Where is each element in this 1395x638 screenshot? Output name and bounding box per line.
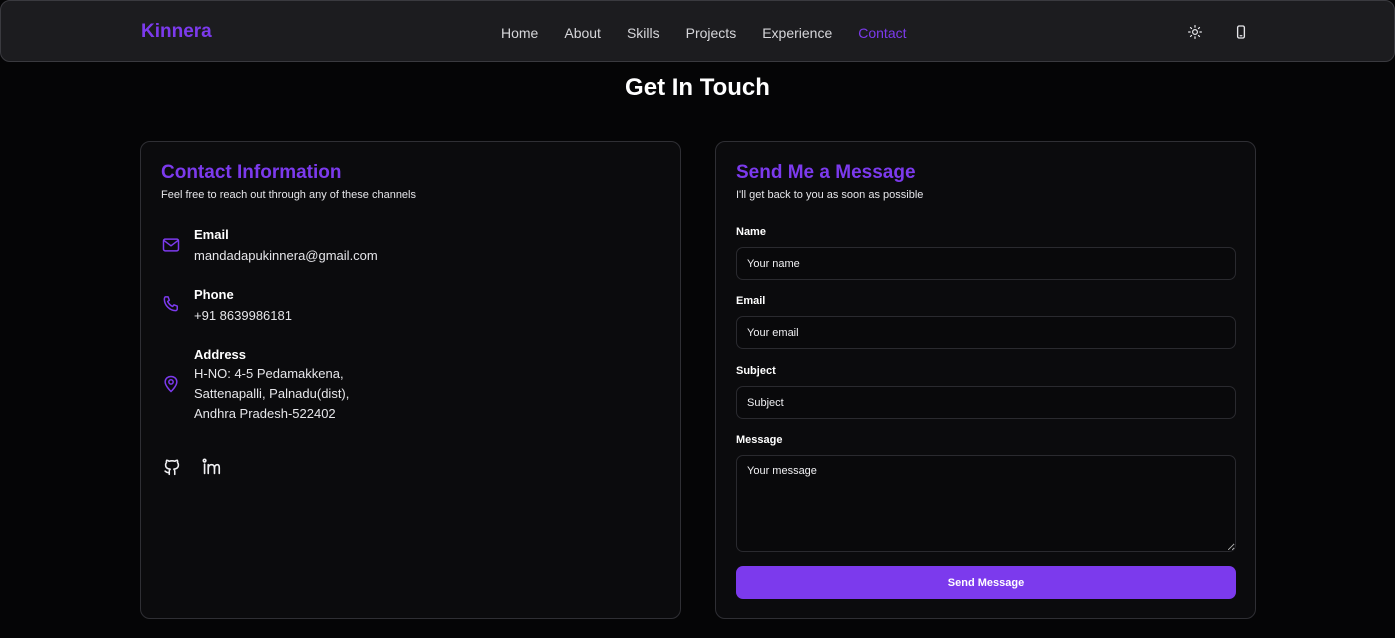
nav-link-contact[interactable]: Contact (858, 25, 906, 43)
message-textarea[interactable] (736, 455, 1236, 552)
github-icon (164, 459, 180, 476)
send-message-button[interactable]: Send Message (736, 566, 1236, 599)
nav-link-experience[interactable]: Experience (762, 25, 832, 43)
subject-input[interactable] (736, 386, 1236, 419)
github-link[interactable] (161, 456, 183, 478)
theme-toggle-button[interactable] (1186, 23, 1204, 41)
linkedin-link[interactable] (200, 456, 222, 478)
sun-icon (1188, 25, 1202, 39)
message-form-title: Send Me a Message (736, 162, 916, 183)
nav-link-projects[interactable]: Projects (686, 25, 737, 43)
subject-label: Subject (736, 365, 776, 377)
name-label: Name (736, 226, 766, 238)
map-pin-icon (161, 374, 181, 394)
linkedin-icon (202, 458, 221, 475)
email-input[interactable] (736, 316, 1236, 349)
nav-link-about[interactable]: About (564, 25, 601, 43)
email-label: Email (736, 295, 766, 307)
contact-info-subtitle: Feel free to reach out through any of th… (161, 189, 416, 201)
contact-info-card: Contact Information Feel free to reach o… (140, 141, 681, 619)
contact-address-item: Address H-NO: 4-5 Pedamakkena, Sattenapa… (161, 347, 661, 427)
contact-email-value[interactable]: mandadapukinnera@gmail.com (194, 246, 378, 266)
phone-device-icon (1236, 25, 1246, 39)
nav-link-skills[interactable]: Skills (627, 25, 660, 43)
message-form-subtitle: I'll get back to you as soon as possible (736, 189, 924, 201)
contact-address-line-1: H-NO: 4-5 Pedamakkena, (194, 366, 344, 381)
contact-phone-value[interactable]: +91 8639986181 (194, 306, 292, 326)
message-form-card: Send Me a Message I'll get back to you a… (715, 141, 1256, 619)
navbar: Kinnera Home About Skills Projects Exper… (0, 0, 1395, 62)
contact-phone-label: Phone (194, 287, 234, 302)
message-label: Message (736, 434, 783, 446)
contact-address-label: Address (194, 347, 247, 362)
nav-link-home[interactable]: Home (501, 25, 538, 43)
page-title: Get In Touch (625, 74, 770, 101)
contact-info-title: Contact Information (161, 162, 342, 183)
contact-email-item: Email mandadapukinnera@gmail.com (161, 227, 661, 267)
mail-icon (161, 235, 181, 255)
device-toggle-button[interactable] (1232, 23, 1250, 41)
contact-address-line-2: Sattenapalli, Palnadu(dist), (194, 386, 350, 401)
contact-phone-item: Phone +91 8639986181 (161, 287, 661, 327)
brand-logo[interactable]: Kinnera (141, 21, 212, 43)
contact-email-label: Email (194, 227, 229, 242)
nav-links: Home About Skills Projects Experience Co… (501, 25, 933, 43)
phone-icon (161, 294, 181, 314)
name-input[interactable] (736, 247, 1236, 280)
contact-address-line-3: Andhra Pradesh-522402 (194, 406, 336, 421)
